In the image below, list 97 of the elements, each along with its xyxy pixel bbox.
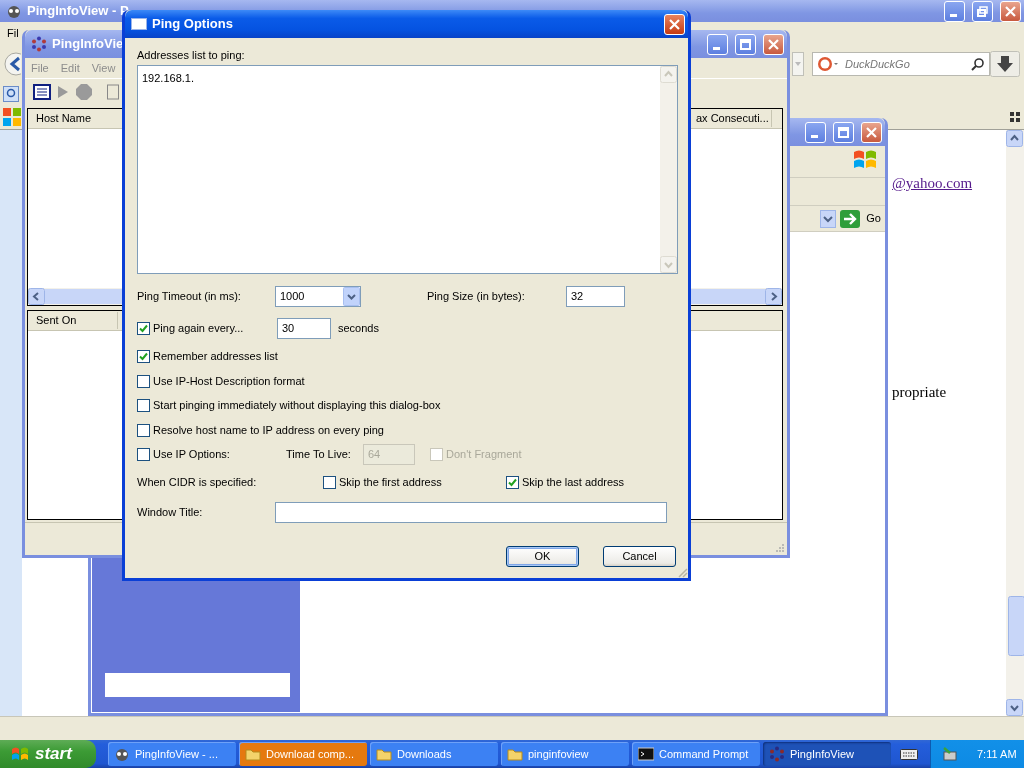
- checkbox-label: Skip the first address: [339, 474, 442, 490]
- dots-icon: [769, 746, 785, 762]
- list-icon[interactable]: [33, 83, 51, 100]
- field-label: Ping Timeout (in ms):: [137, 288, 242, 304]
- checkbox[interactable]: [506, 475, 519, 489]
- window-title: PingInfoVie: [52, 35, 125, 54]
- checkbox-label: Use IP Options:: [153, 446, 230, 462]
- unit-label: seconds: [338, 320, 379, 336]
- close-icon: [669, 18, 680, 30]
- checkbox-label: Resolve host name to IP address on every ping: [153, 422, 384, 438]
- scroll-down-icon[interactable]: [1006, 699, 1024, 716]
- dialog-button[interactable]: Cancel: [603, 546, 676, 567]
- taskbar-button[interactable]: PingInfoView: [763, 742, 891, 766]
- maximize-button[interactable]: [833, 121, 854, 143]
- windows-flag-icon: [10, 745, 30, 763]
- window-title: Ping Options: [152, 15, 234, 34]
- search-box[interactable]: DuckDuckGo: [812, 52, 990, 76]
- checkbox[interactable]: [137, 349, 150, 363]
- page-text: propriate: [892, 382, 947, 402]
- checkbox-label: Start pinging immediately without displaying this dialog-box: [153, 397, 441, 413]
- app-icon: [6, 3, 22, 19]
- window-title-field[interactable]: [275, 501, 667, 523]
- timeout-dropdown[interactable]: 1000: [275, 285, 361, 307]
- stop-icon[interactable]: [75, 82, 93, 101]
- field-label: Ping Size (in bytes):: [427, 288, 526, 304]
- checkbox[interactable]: [137, 321, 150, 335]
- folder-icon: [245, 746, 261, 762]
- close-icon: [768, 38, 779, 50]
- interval-field[interactable]: 30: [277, 317, 331, 339]
- restore-icon: [977, 5, 988, 17]
- back-icon[interactable]: [4, 50, 21, 78]
- duck-icon: [817, 56, 839, 72]
- close-icon: [866, 126, 877, 138]
- minimize-icon: [949, 13, 957, 17]
- field-label: Window Title:: [137, 504, 204, 520]
- taskbar-button[interactable]: Command Prompt: [632, 742, 760, 766]
- taskbar-button[interactable]: PingInfoView - ...: [108, 742, 236, 766]
- download-icon[interactable]: [990, 51, 1020, 77]
- dots-icon: [31, 36, 47, 52]
- resize-grip-icon[interactable]: [676, 566, 688, 578]
- grid-icon[interactable]: [1010, 111, 1020, 122]
- zoom-icon[interactable]: [3, 86, 19, 102]
- window-icon: [131, 18, 147, 30]
- minimize-button[interactable]: [707, 33, 728, 55]
- scroll-left-icon[interactable]: [28, 288, 45, 305]
- folder-icon: [507, 746, 523, 762]
- minimize-button[interactable]: [805, 121, 826, 143]
- scroll-right-icon[interactable]: [765, 288, 782, 305]
- checkbox[interactable]: [323, 475, 336, 489]
- maximize-icon: [838, 126, 849, 138]
- checkbox-label: Use IP-Host Description format: [153, 373, 305, 389]
- menu-item[interactable]: Fil: [7, 24, 19, 42]
- checkbox-label: Skip the last address: [522, 474, 625, 490]
- checkbox-label: Remember addresses list: [153, 348, 278, 364]
- checkbox[interactable]: [137, 398, 150, 412]
- field-label: Addresses list to ping:: [137, 48, 245, 62]
- checkbox[interactable]: [137, 374, 150, 388]
- maximize-button[interactable]: [972, 0, 993, 22]
- windows-logo-icon[interactable]: [2, 106, 22, 127]
- email-link[interactable]: @yahoo.com: [892, 172, 973, 195]
- ping-size-field[interactable]: 32: [566, 285, 625, 307]
- play-icon[interactable]: [57, 84, 69, 99]
- taskbar-button[interactable]: Downloads: [370, 742, 498, 766]
- dropdown-icon[interactable]: [820, 209, 837, 228]
- checkbox-label: Don't Fragment: [446, 446, 522, 462]
- dialog-button[interactable]: OK: [506, 546, 579, 567]
- field-label: When CIDR is specified:: [137, 474, 258, 490]
- scroll-thumb[interactable]: [1008, 596, 1024, 656]
- maximize-icon: [740, 38, 751, 50]
- scroll-up-icon[interactable]: [1006, 130, 1024, 147]
- go-button[interactable]: Go: [840, 209, 881, 228]
- close-button[interactable]: [763, 33, 784, 55]
- close-button[interactable]: [1000, 0, 1021, 22]
- network-icon[interactable]: [941, 746, 959, 762]
- close-button[interactable]: [861, 121, 882, 143]
- field-label: Time To Live:: [286, 446, 352, 462]
- resize-grip-icon[interactable]: [775, 543, 785, 553]
- vertical-scrollbar[interactable]: [1006, 130, 1024, 716]
- taskbar-button[interactable]: pinginfoview: [501, 742, 629, 766]
- console-icon: [638, 746, 654, 762]
- start-button[interactable]: start: [0, 740, 96, 768]
- folder-icon: [376, 746, 392, 762]
- app-icon: [114, 746, 130, 762]
- clock: 7:11 AM: [977, 746, 1017, 762]
- keyboard-icon[interactable]: [900, 747, 918, 761]
- search-icon[interactable]: [971, 57, 985, 71]
- save-icon[interactable]: [107, 83, 119, 100]
- close-button[interactable]: [664, 13, 685, 35]
- close-icon: [1005, 5, 1016, 17]
- checkbox[interactable]: [137, 423, 150, 437]
- search-field[interactable]: DuckDuckGo: [843, 54, 967, 74]
- maximize-button[interactable]: [735, 33, 756, 55]
- checkbox-label: Ping again every...: [153, 320, 244, 336]
- minimize-icon: [712, 46, 720, 50]
- minimize-button[interactable]: [944, 0, 965, 22]
- column-header[interactable]: Sent On: [28, 312, 118, 329]
- minimize-icon: [810, 134, 818, 138]
